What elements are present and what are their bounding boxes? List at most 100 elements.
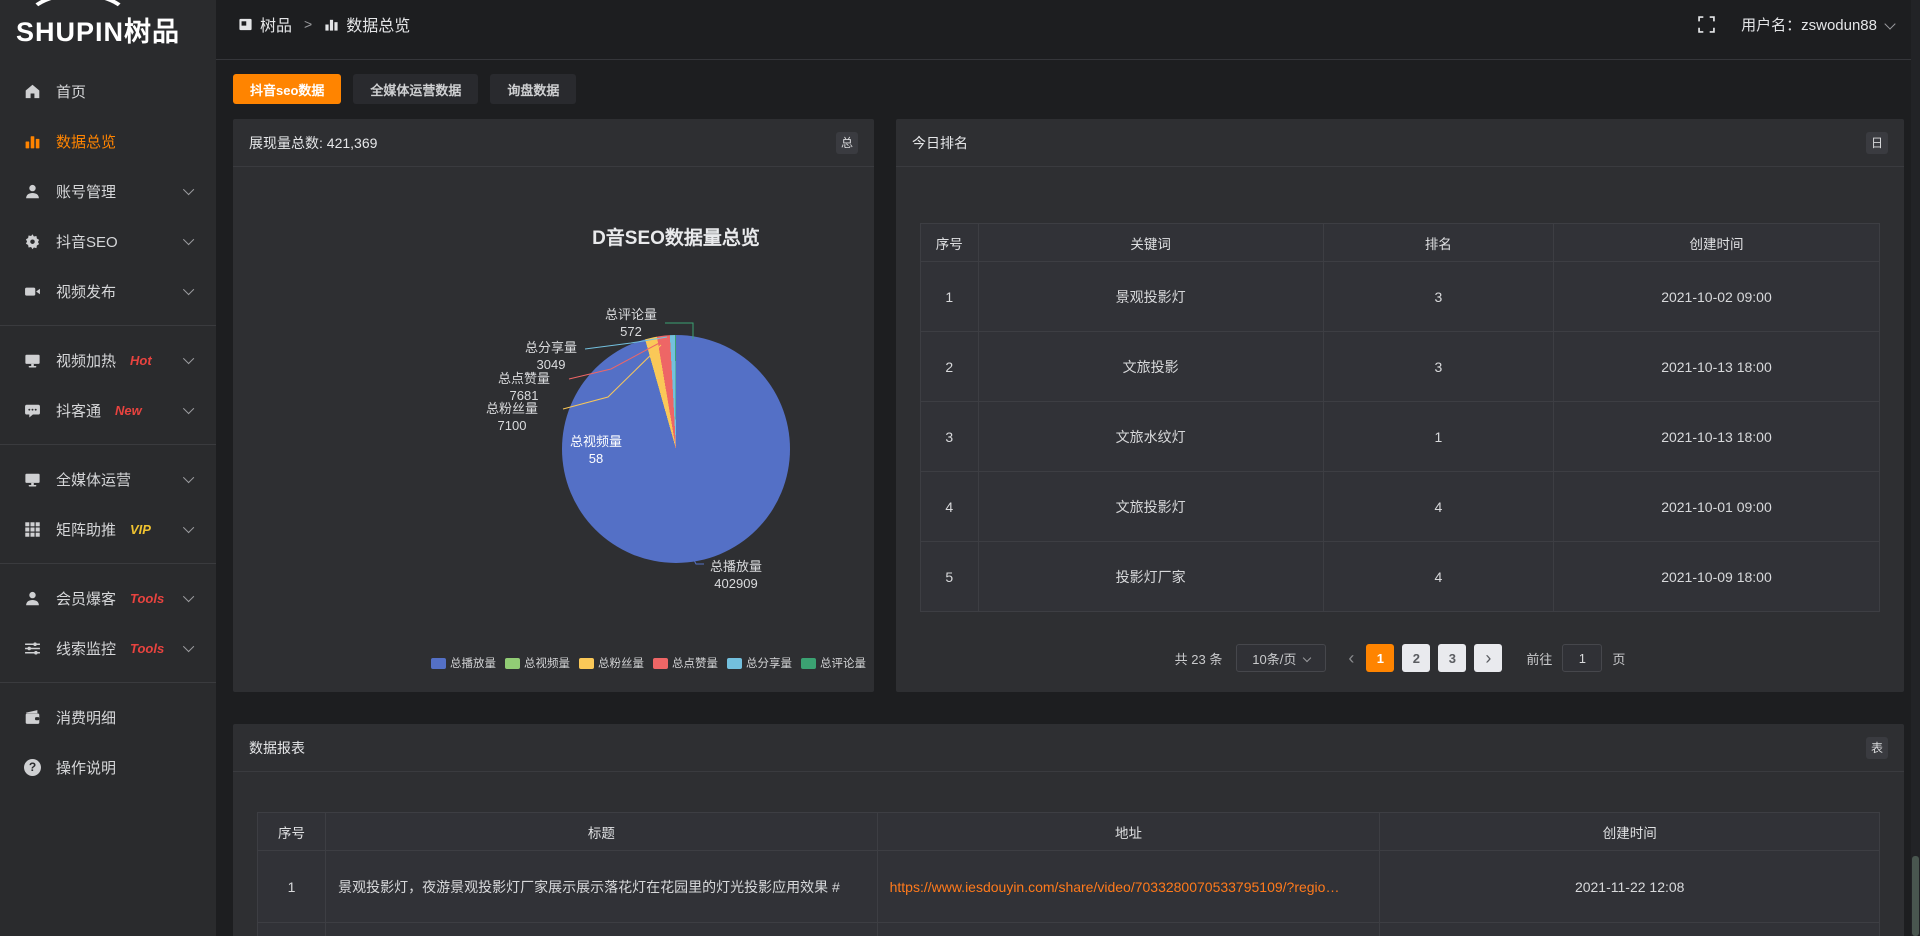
user-menu[interactable]: 用户名：zswodun88 — [1741, 14, 1894, 35]
table-row[interactable]: 5投影灯厂家42021-10-09 18:00 — [921, 542, 1880, 612]
breadcrumb-current[interactable]: 数据总览 — [346, 12, 410, 36]
sidebar-item-consumption[interactable]: 消费明细 — [0, 692, 216, 742]
breadcrumb-root[interactable]: 树品 — [260, 12, 292, 36]
sidebar-item-label: 矩阵助推 — [56, 519, 116, 540]
table-row[interactable]: 3文旅水纹灯12021-10-13 18:00 — [921, 402, 1880, 472]
chart-legend: 总播放量 总视频量 总粉丝量 总点赞量 总分享量 总评论量 — [431, 655, 874, 671]
table-row[interactable]: 4文旅投影灯42021-10-01 09:00 — [921, 472, 1880, 542]
page-button-2[interactable]: 2 — [1402, 644, 1430, 672]
report-table: 序号 标题 地址 创建时间 1 景观投影灯，夜游景观投影灯厂家展示展示落花灯在花… — [257, 812, 1880, 936]
sidebar-item-label: 抖客通 — [56, 400, 101, 421]
breadcrumb-separator — [304, 16, 312, 32]
main-area: 树品 数据总览 用户名：zswodun88 抖音seo数据 全媒体运营数据 询盘… — [216, 0, 1920, 936]
pie-chart: D音SEO数据量总览 总评论量 572 总分享量 — [233, 167, 874, 692]
legend-item[interactable]: 总播放量 — [431, 655, 496, 671]
legend-swatch — [505, 658, 520, 669]
grid-icon — [24, 521, 41, 538]
sidebar-divider — [0, 682, 216, 683]
legend-item[interactable]: 总粉丝量 — [579, 655, 644, 671]
col-header-no: 序号 — [258, 813, 326, 851]
app-logo[interactable]: SHUPIN树品 — [0, 0, 216, 58]
col-header-no: 序号 — [921, 224, 979, 262]
topbar: 树品 数据总览 用户名：zswodun88 — [216, 0, 1920, 48]
sidebar-item-data-overview[interactable]: 数据总览 — [0, 116, 216, 166]
chevron-down-icon — [183, 234, 194, 245]
page-button-1[interactable]: 1 — [1366, 644, 1394, 672]
total-badge-button[interactable]: 总 — [836, 132, 858, 154]
legend-swatch — [801, 658, 816, 669]
next-page-button[interactable] — [1474, 644, 1502, 672]
ranking-table-wrap: 序号 关键词 排名 创建时间 1景观投影灯32021-10-02 09:00 — [896, 167, 1904, 692]
tab-all-media-data[interactable]: 全媒体运营数据 — [353, 74, 478, 104]
wallet-icon — [24, 709, 41, 726]
sidebar-item-home[interactable]: 首页 — [0, 66, 216, 116]
chevron-down-icon — [1303, 654, 1311, 662]
sidebar-item-video-publish[interactable]: 视频发布 — [0, 266, 216, 316]
sidebar-item-matrix-boost[interactable]: 矩阵助推 VIP — [0, 504, 216, 554]
question-icon — [24, 759, 41, 776]
chat-bubble-icon — [24, 402, 41, 419]
page-size-select[interactable]: 10条/页 — [1236, 644, 1326, 672]
sidebar-item-video-heat[interactable]: 视频加热 Hot — [0, 335, 216, 385]
fullscreen-icon[interactable] — [1698, 16, 1715, 33]
user-icon — [24, 590, 41, 607]
legend-item[interactable]: 总评论量 — [801, 655, 866, 671]
overview-panel-header: 展现量总数: 421,369 总 — [233, 119, 874, 167]
bar-chart-icon — [24, 133, 41, 150]
ranking-panel-header: 今日排名 日 — [896, 119, 1904, 167]
legend-item[interactable]: 总视频量 — [505, 655, 570, 671]
content-area: 抖音seo数据 全媒体运营数据 询盘数据 展现量总数: 421,369 总 D音… — [216, 59, 1920, 936]
sliders-icon — [24, 640, 41, 657]
overview-total-label: 展现量总数: 421,369 — [249, 133, 377, 153]
col-header-title: 标题 — [326, 813, 877, 851]
hot-badge: Hot — [130, 353, 152, 368]
day-badge-button[interactable]: 日 — [1866, 132, 1888, 154]
video-link[interactable]: https://www.iesdouyin.com/share/video/70… — [890, 879, 1340, 895]
chevron-down-icon — [183, 472, 194, 483]
sidebar-item-douyin-seo[interactable]: 抖音SEO — [0, 216, 216, 266]
sidebar-item-label: 全媒体运营 — [56, 469, 131, 490]
chart-title: D音SEO数据量总览 — [592, 223, 760, 250]
page-scrollbar[interactable] — [1911, 0, 1920, 936]
sidebar-item-account[interactable]: 账号管理 — [0, 166, 216, 216]
chevron-down-icon — [183, 184, 194, 195]
sidebar: SHUPIN树品 首页 数据总览 账号管理 抖音SEO 视频发布 — [0, 0, 216, 936]
goto-page-input[interactable] — [1562, 644, 1602, 672]
chevron-down-icon — [183, 403, 194, 414]
user-icon — [24, 183, 41, 200]
report-panel-title: 数据报表 — [249, 738, 305, 758]
sidebar-item-all-media[interactable]: 全媒体运营 — [0, 454, 216, 504]
scrollbar-thumb[interactable] — [1912, 856, 1919, 936]
table-badge-button[interactable]: 表 — [1866, 737, 1888, 759]
sidebar-menu: 首页 数据总览 账号管理 抖音SEO 视频发布 视频加热 Hot — [0, 58, 216, 792]
table-row-partial — [258, 923, 1880, 936]
sidebar-divider — [0, 563, 216, 564]
sidebar-item-label: 操作说明 — [56, 757, 116, 778]
page-unit-label: 页 — [1612, 649, 1625, 668]
sidebar-item-label: 数据总览 — [56, 131, 116, 152]
tab-inquiry-data[interactable]: 询盘数据 — [490, 74, 576, 104]
page-button-3[interactable]: 3 — [1438, 644, 1466, 672]
pie-label-fans: 总粉丝量 7100 — [457, 400, 567, 434]
table-row[interactable]: 2文旅投影32021-10-13 18:00 — [921, 332, 1880, 402]
prev-page-button[interactable] — [1348, 648, 1354, 669]
sidebar-item-doketong[interactable]: 抖客通 New — [0, 385, 216, 435]
sidebar-item-help[interactable]: 操作说明 — [0, 742, 216, 792]
table-row[interactable]: 1景观投影灯32021-10-02 09:00 — [921, 262, 1880, 332]
sidebar-item-member-burst[interactable]: 会员爆客 Tools — [0, 573, 216, 623]
col-header-created: 创建时间 — [1553, 224, 1879, 262]
ranking-panel-title: 今日排名 — [912, 133, 968, 153]
sidebar-item-clue-monitor[interactable]: 线索监控 Tools — [0, 623, 216, 673]
pie-label-likes: 总点赞量 7681 — [469, 370, 579, 404]
tab-douyin-seo-data[interactable]: 抖音seo数据 — [233, 74, 341, 104]
legend-item[interactable]: 总分享量 — [727, 655, 792, 671]
col-header-rank: 排名 — [1323, 224, 1553, 262]
legend-item[interactable]: 总点赞量 — [653, 655, 718, 671]
col-header-created: 创建时间 — [1380, 813, 1880, 851]
pie-label-shares: 总分享量 3049 — [496, 339, 606, 373]
tools-badge: Tools — [130, 641, 164, 656]
breadcrumb: 树品 数据总览 — [238, 12, 410, 36]
ranking-panel: 今日排名 日 序号 关键词 排名 创建时间 — [896, 119, 1904, 692]
overview-panel: 展现量总数: 421,369 总 D音SEO数据量总览 总评论量 — [233, 119, 874, 692]
table-row[interactable]: 1 景观投影灯，夜游景观投影灯厂家展示展示落花灯在花园里的灯光投影应用效果 # … — [258, 851, 1880, 923]
